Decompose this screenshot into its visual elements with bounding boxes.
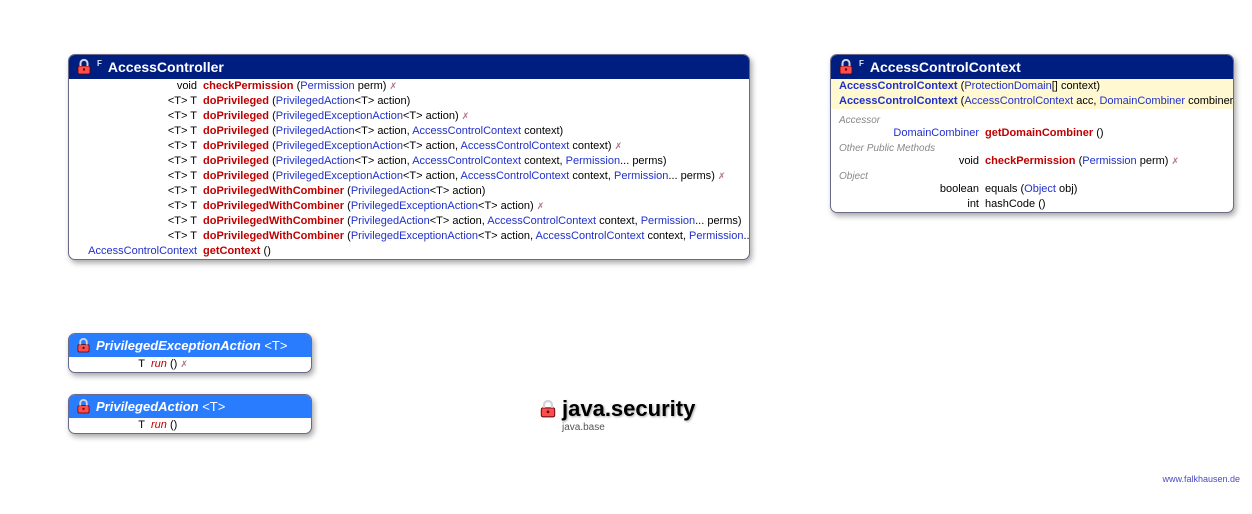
- return-type: <T> T: [77, 139, 203, 153]
- return-type: AccessControlContext: [77, 244, 203, 258]
- method-signature: getContext (): [203, 244, 271, 258]
- return-type: <T> T: [77, 154, 203, 168]
- class-header: F AccessController: [69, 55, 749, 79]
- return-type: boolean: [839, 182, 985, 196]
- lock-icon: [839, 59, 853, 75]
- method-signature: checkPermission (Permission perm) ✗: [985, 154, 1179, 168]
- credit-link[interactable]: www.falkhausen.de: [1162, 474, 1240, 484]
- method-row[interactable]: <T> TdoPrivileged (PrivilegedAction<T> a…: [69, 124, 749, 139]
- method-row[interactable]: <T> TdoPrivilegedWithCombiner (Privilege…: [69, 214, 749, 229]
- method-row[interactable]: Trun () ✗: [69, 357, 311, 372]
- return-type: <T> T: [77, 109, 203, 123]
- class-title: AccessControlContext: [870, 59, 1021, 75]
- method-row[interactable]: voidcheckPermission (Permission perm) ✗: [831, 154, 1233, 169]
- constructor-row[interactable]: AccessControlContext (AccessControlConte…: [831, 94, 1233, 109]
- method-row[interactable]: <T> TdoPrivileged (PrivilegedAction<T> a…: [69, 94, 749, 109]
- method-row[interactable]: <T> TdoPrivilegedWithCombiner (Privilege…: [69, 229, 749, 244]
- lock-icon: [77, 338, 90, 353]
- section-label: Object: [831, 169, 1233, 182]
- method-signature: hashCode (): [985, 197, 1046, 211]
- section-label: Accessor: [831, 113, 1233, 126]
- return-type: <T> T: [77, 124, 203, 138]
- method-signature: doPrivilegedWithCombiner (PrivilegedExce…: [203, 229, 750, 243]
- return-type: T: [77, 418, 151, 432]
- return-type: void: [839, 154, 985, 168]
- method-row[interactable]: inthashCode (): [831, 197, 1233, 212]
- method-signature: doPrivileged (PrivilegedAction<T> action…: [203, 94, 410, 108]
- method-row[interactable]: Trun (): [69, 418, 311, 433]
- package-label: java.security java.base: [540, 396, 695, 433]
- method-row[interactable]: <T> TdoPrivileged (PrivilegedAction<T> a…: [69, 154, 749, 169]
- ctor-signature: AccessControlContext (ProtectionDomain[]…: [839, 79, 1100, 93]
- return-type: <T> T: [77, 199, 203, 213]
- lock-icon: [77, 59, 91, 75]
- return-type: <T> T: [77, 169, 203, 183]
- method-signature: doPrivileged (PrivilegedAction<T> action…: [203, 124, 563, 138]
- section-label: Other Public Methods: [831, 141, 1233, 154]
- method-signature: doPrivileged (PrivilegedAction<T> action…: [203, 154, 667, 168]
- method-signature: doPrivilegedWithCombiner (PrivilegedActi…: [203, 214, 742, 228]
- lock-icon: [77, 399, 90, 414]
- class-title: PrivilegedExceptionAction <T>: [96, 338, 287, 353]
- class-access-control-context[interactable]: F AccessControlContext AccessControlCont…: [830, 54, 1234, 213]
- module-name: java.base: [562, 422, 695, 433]
- method-signature: run () ✗: [151, 357, 188, 371]
- modifier-badge: F: [97, 59, 102, 68]
- method-row[interactable]: <T> TdoPrivilegedWithCombiner (Privilege…: [69, 184, 749, 199]
- return-type: T: [77, 357, 151, 371]
- method-signature: getDomainCombiner (): [985, 126, 1104, 140]
- return-type: DomainCombiner: [839, 126, 985, 140]
- class-header: PrivilegedExceptionAction <T>: [69, 334, 311, 357]
- method-row[interactable]: <T> TdoPrivileged (PrivilegedExceptionAc…: [69, 109, 749, 124]
- method-signature: doPrivilegedWithCombiner (PrivilegedActi…: [203, 184, 485, 198]
- return-type: <T> T: [77, 184, 203, 198]
- ctor-signature: AccessControlContext (AccessControlConte…: [839, 94, 1234, 108]
- method-row[interactable]: AccessControlContextgetContext (): [69, 244, 749, 259]
- interface-privileged-exception-action[interactable]: PrivilegedExceptionAction <T> Trun () ✗: [68, 333, 312, 373]
- class-title: AccessController: [108, 59, 224, 75]
- method-signature: doPrivileged (PrivilegedExceptionAction<…: [203, 139, 622, 153]
- method-row[interactable]: booleanequals (Object obj): [831, 182, 1233, 197]
- return-type: int: [839, 197, 985, 211]
- method-signature: doPrivileged (PrivilegedExceptionAction<…: [203, 169, 725, 183]
- interface-privileged-action[interactable]: PrivilegedAction <T> Trun (): [68, 394, 312, 434]
- method-signature: run (): [151, 418, 177, 432]
- method-signature: doPrivileged (PrivilegedExceptionAction<…: [203, 109, 469, 123]
- return-type: <T> T: [77, 229, 203, 243]
- class-title: PrivilegedAction <T>: [96, 399, 225, 414]
- method-row[interactable]: <T> TdoPrivileged (PrivilegedExceptionAc…: [69, 139, 749, 154]
- lock-icon: [540, 400, 556, 418]
- modifier-badge: F: [859, 59, 864, 68]
- method-row[interactable]: voidcheckPermission (Permission perm) ✗: [69, 79, 749, 94]
- method-row[interactable]: <T> TdoPrivilegedWithCombiner (Privilege…: [69, 199, 749, 214]
- method-signature: doPrivilegedWithCombiner (PrivilegedExce…: [203, 199, 544, 213]
- method-signature: equals (Object obj): [985, 182, 1077, 196]
- constructor-row[interactable]: AccessControlContext (ProtectionDomain[]…: [831, 79, 1233, 94]
- method-signature: checkPermission (Permission perm) ✗: [203, 79, 397, 93]
- class-header: F AccessControlContext: [831, 55, 1233, 79]
- class-header: PrivilegedAction <T>: [69, 395, 311, 418]
- return-type: <T> T: [77, 94, 203, 108]
- method-row[interactable]: <T> TdoPrivileged (PrivilegedExceptionAc…: [69, 169, 749, 184]
- package-name: java.security: [562, 396, 695, 422]
- method-row[interactable]: DomainCombinergetDomainCombiner (): [831, 126, 1233, 141]
- return-type: <T> T: [77, 214, 203, 228]
- return-type: void: [77, 79, 203, 93]
- class-access-controller[interactable]: F AccessController voidcheckPermission (…: [68, 54, 750, 260]
